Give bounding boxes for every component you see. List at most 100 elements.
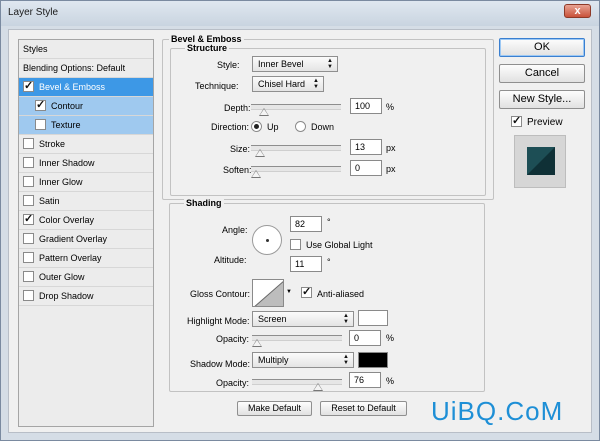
style-item-checkbox[interactable]: [35, 98, 46, 111]
highlight-opacity-input[interactable]: 0: [349, 330, 381, 346]
style-item-label: Drop Shadow: [39, 291, 94, 301]
size-slider[interactable]: [251, 145, 341, 157]
style-item-texture[interactable]: Texture: [19, 116, 153, 135]
shading-title: Shading: [184, 198, 224, 208]
shadow-mode-value: Multiply: [258, 355, 289, 365]
style-item-label: Pattern Overlay: [39, 253, 102, 263]
style-item-inner-shadow[interactable]: Inner Shadow: [19, 154, 153, 173]
technique-select-value: Chisel Hard: [258, 79, 306, 89]
altitude-unit: °: [327, 257, 331, 267]
new-style-button[interactable]: New Style...: [499, 90, 585, 109]
style-item-label: Satin: [39, 196, 60, 206]
shadow-opacity-input[interactable]: 76: [349, 372, 381, 388]
style-select-value: Inner Bevel: [258, 59, 304, 69]
style-item-gradient-overlay[interactable]: Gradient Overlay: [19, 230, 153, 249]
depth-slider[interactable]: [251, 104, 341, 116]
use-global-light-label: Use Global Light: [306, 240, 373, 250]
style-item-checkbox[interactable]: [23, 271, 34, 282]
angle-input[interactable]: 82: [290, 216, 322, 232]
make-default-button[interactable]: Make Default: [237, 401, 312, 416]
preview-thumbnail: [514, 135, 566, 188]
style-item-satin[interactable]: Satin: [19, 192, 153, 211]
style-label: Style:: [217, 60, 240, 70]
dialog-title: Layer Style: [8, 7, 59, 18]
highlight-opacity-slider[interactable]: [252, 335, 342, 347]
highlight-mode-value: Screen: [258, 314, 287, 324]
close-button[interactable]: x: [564, 4, 591, 18]
style-item-checkbox[interactable]: [23, 157, 34, 168]
direction-label: Direction:: [211, 122, 250, 132]
size-slider-thumb[interactable]: [255, 149, 265, 157]
soften-unit: px: [386, 164, 396, 174]
contour-dropdown-icon[interactable]: ▼: [286, 289, 292, 295]
soften-label: Soften:: [223, 165, 252, 175]
soften-slider[interactable]: [251, 166, 341, 178]
angle-dial[interactable]: [252, 225, 282, 255]
preview-swatch: [527, 147, 555, 175]
style-item-checkbox[interactable]: [23, 176, 34, 187]
style-item-drop-shadow[interactable]: Drop Shadow: [19, 287, 153, 306]
depth-slider-thumb[interactable]: [259, 108, 269, 116]
altitude-input[interactable]: 11: [290, 256, 322, 272]
shadow-color-swatch[interactable]: [358, 352, 388, 368]
depth-unit: %: [386, 102, 395, 112]
style-item-checkbox[interactable]: [23, 233, 34, 244]
direction-down-radio[interactable]: [295, 121, 306, 132]
anti-aliased-checkbox[interactable]: [301, 285, 312, 298]
size-unit: px: [386, 143, 396, 153]
ok-button[interactable]: OK: [499, 38, 585, 57]
gloss-contour-picker[interactable]: [252, 279, 284, 307]
direction-up-label: Up: [267, 122, 279, 132]
style-item-bevel-emboss[interactable]: Bevel & Emboss: [19, 78, 153, 97]
style-item-checkbox[interactable]: [23, 195, 34, 206]
preview-checkbox[interactable]: [511, 114, 522, 127]
shadow-opacity-label: Opacity:: [216, 378, 250, 388]
blending-options-label: Blending Options: Default: [23, 63, 126, 73]
style-item-contour[interactable]: Contour: [19, 97, 153, 116]
soften-slider-thumb[interactable]: [251, 170, 261, 178]
reset-to-default-button[interactable]: Reset to Default: [320, 401, 407, 416]
highlight-mode-select[interactable]: Screen ▲ ▼: [252, 311, 354, 327]
dialog-body: Styles Blending Options: Default Bevel &…: [8, 29, 592, 433]
structure-title: Structure: [185, 43, 230, 53]
soften-input[interactable]: 0: [350, 160, 382, 176]
select-arrows-icon: ▲ ▼: [313, 78, 319, 90]
style-item-label: Inner Glow: [39, 177, 83, 187]
style-item-checkbox[interactable]: [23, 290, 34, 301]
style-item-stroke[interactable]: Stroke: [19, 135, 153, 154]
size-input[interactable]: 13: [350, 139, 382, 155]
style-item-outer-glow[interactable]: Outer Glow: [19, 268, 153, 287]
shadow-opacity-slider[interactable]: [252, 379, 342, 391]
style-item-label: Stroke: [39, 139, 66, 149]
style-item-checkbox[interactable]: [23, 212, 34, 225]
style-item-checkbox[interactable]: [23, 79, 34, 92]
highlight-color-swatch[interactable]: [358, 310, 388, 326]
size-label: Size:: [230, 144, 251, 154]
direction-down-label: Down: [311, 122, 335, 132]
technique-select[interactable]: Chisel Hard ▲ ▼: [252, 76, 324, 92]
shadow-mode-select[interactable]: Multiply ▲ ▼: [252, 352, 354, 368]
styles-header[interactable]: Styles: [19, 40, 153, 59]
style-item-label: Color Overlay: [39, 215, 95, 225]
style-item-color-overlay[interactable]: Color Overlay: [19, 211, 153, 230]
use-global-light-checkbox[interactable]: [290, 239, 301, 250]
title-bar[interactable]: Layer Style x: [1, 1, 599, 26]
style-item-checkbox[interactable]: [35, 119, 46, 130]
shadow-opacity-thumb[interactable]: [313, 383, 323, 391]
style-item-checkbox[interactable]: [23, 138, 34, 149]
blending-options-item[interactable]: Blending Options: Default: [19, 59, 153, 78]
preview-label: Preview: [527, 117, 563, 128]
cancel-button[interactable]: Cancel: [499, 64, 585, 83]
highlight-opacity-thumb[interactable]: [252, 339, 262, 347]
select-arrows-icon: ▲ ▼: [343, 354, 349, 366]
style-item-label: Contour: [51, 101, 84, 111]
style-item-checkbox[interactable]: [23, 252, 34, 263]
shading-group: Shading Angle: 82 ° Use Global Light Alt…: [169, 198, 485, 392]
style-item-label: Bevel & Emboss: [39, 82, 106, 92]
direction-up-radio[interactable]: [251, 121, 262, 132]
style-item-inner-glow[interactable]: Inner Glow: [19, 173, 153, 192]
style-select[interactable]: Inner Bevel ▲ ▼: [252, 56, 338, 72]
style-item-pattern-overlay[interactable]: Pattern Overlay: [19, 249, 153, 268]
depth-input[interactable]: 100: [350, 98, 382, 114]
close-icon: x: [574, 5, 581, 17]
